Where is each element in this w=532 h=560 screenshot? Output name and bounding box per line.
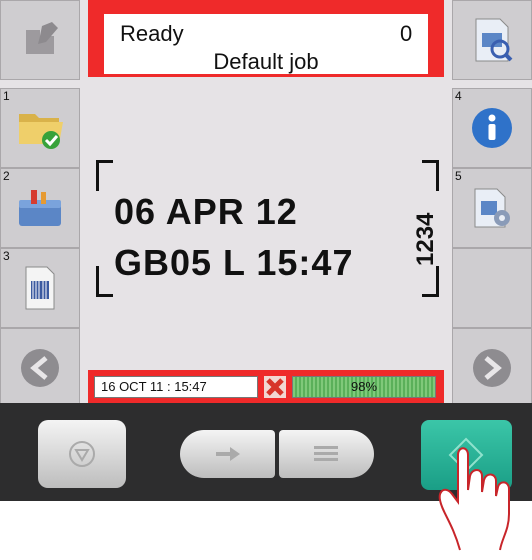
message-line-2: GB05 L 15:47 [114, 242, 354, 283]
prev-button[interactable] [0, 328, 80, 408]
message-vertical-text: 1234 [412, 212, 439, 266]
next-button[interactable] [452, 328, 532, 408]
barcode-document-icon [25, 266, 55, 310]
folder-check-icon [19, 114, 63, 149]
ink-level-text: 98% [350, 379, 378, 394]
arrow-left-icon [21, 349, 59, 387]
fault-x-icon [266, 378, 284, 396]
job-preview-button[interactable] [452, 0, 532, 80]
message-line-1: 06 APR 12 [114, 191, 298, 232]
job-preview-icon [475, 18, 513, 62]
ink-level-bar: 98% [292, 376, 436, 398]
toolbox-icon [19, 190, 61, 226]
corner-mark [96, 266, 113, 297]
status-count: 0 [400, 21, 413, 46]
side-button-1[interactable]: 1 [0, 88, 80, 168]
corner-mark [422, 266, 439, 297]
side-button-3[interactable]: 3 [0, 248, 80, 328]
enter-icon [216, 447, 240, 461]
enter-button[interactable] [180, 430, 275, 478]
footer-bar: 16 OCT 11 : 15:47 98% [88, 370, 444, 403]
button-number-5: 5 [455, 169, 462, 183]
status-state: Ready [120, 21, 184, 46]
hand-pointer-icon [438, 447, 510, 551]
pencil-icon [26, 22, 58, 54]
printer-screen: 1 2 3 4 5 Ready 0 Default job 06 APR 12 … [0, 0, 532, 408]
corner-mark [422, 160, 439, 191]
fault-button[interactable] [264, 376, 286, 398]
side-button-2[interactable]: 2 [0, 168, 80, 248]
button-number-1: 1 [3, 89, 10, 103]
button-number-4: 4 [455, 89, 462, 103]
corner-mark [96, 160, 113, 191]
status-panel: Ready 0 Default job [104, 14, 428, 74]
button-number-2: 2 [3, 169, 10, 183]
menu-icon [314, 446, 338, 461]
stop-icon [69, 441, 95, 467]
stop-button[interactable] [38, 420, 126, 488]
side-button-5[interactable]: 5 [452, 168, 532, 248]
status-bar: Ready 0 Default job [88, 0, 444, 77]
info-icon [472, 108, 512, 148]
menu-button[interactable] [279, 430, 374, 478]
button-number-3: 3 [3, 249, 10, 263]
job-name: Default job [213, 49, 319, 74]
edit-button[interactable] [0, 0, 80, 80]
date-time: 16 OCT 11 : 15:47 [94, 376, 258, 398]
side-button-4[interactable]: 4 [452, 88, 532, 168]
settings-document-icon [474, 188, 510, 228]
arrow-right-icon [473, 349, 511, 387]
side-button-empty[interactable] [452, 248, 532, 328]
